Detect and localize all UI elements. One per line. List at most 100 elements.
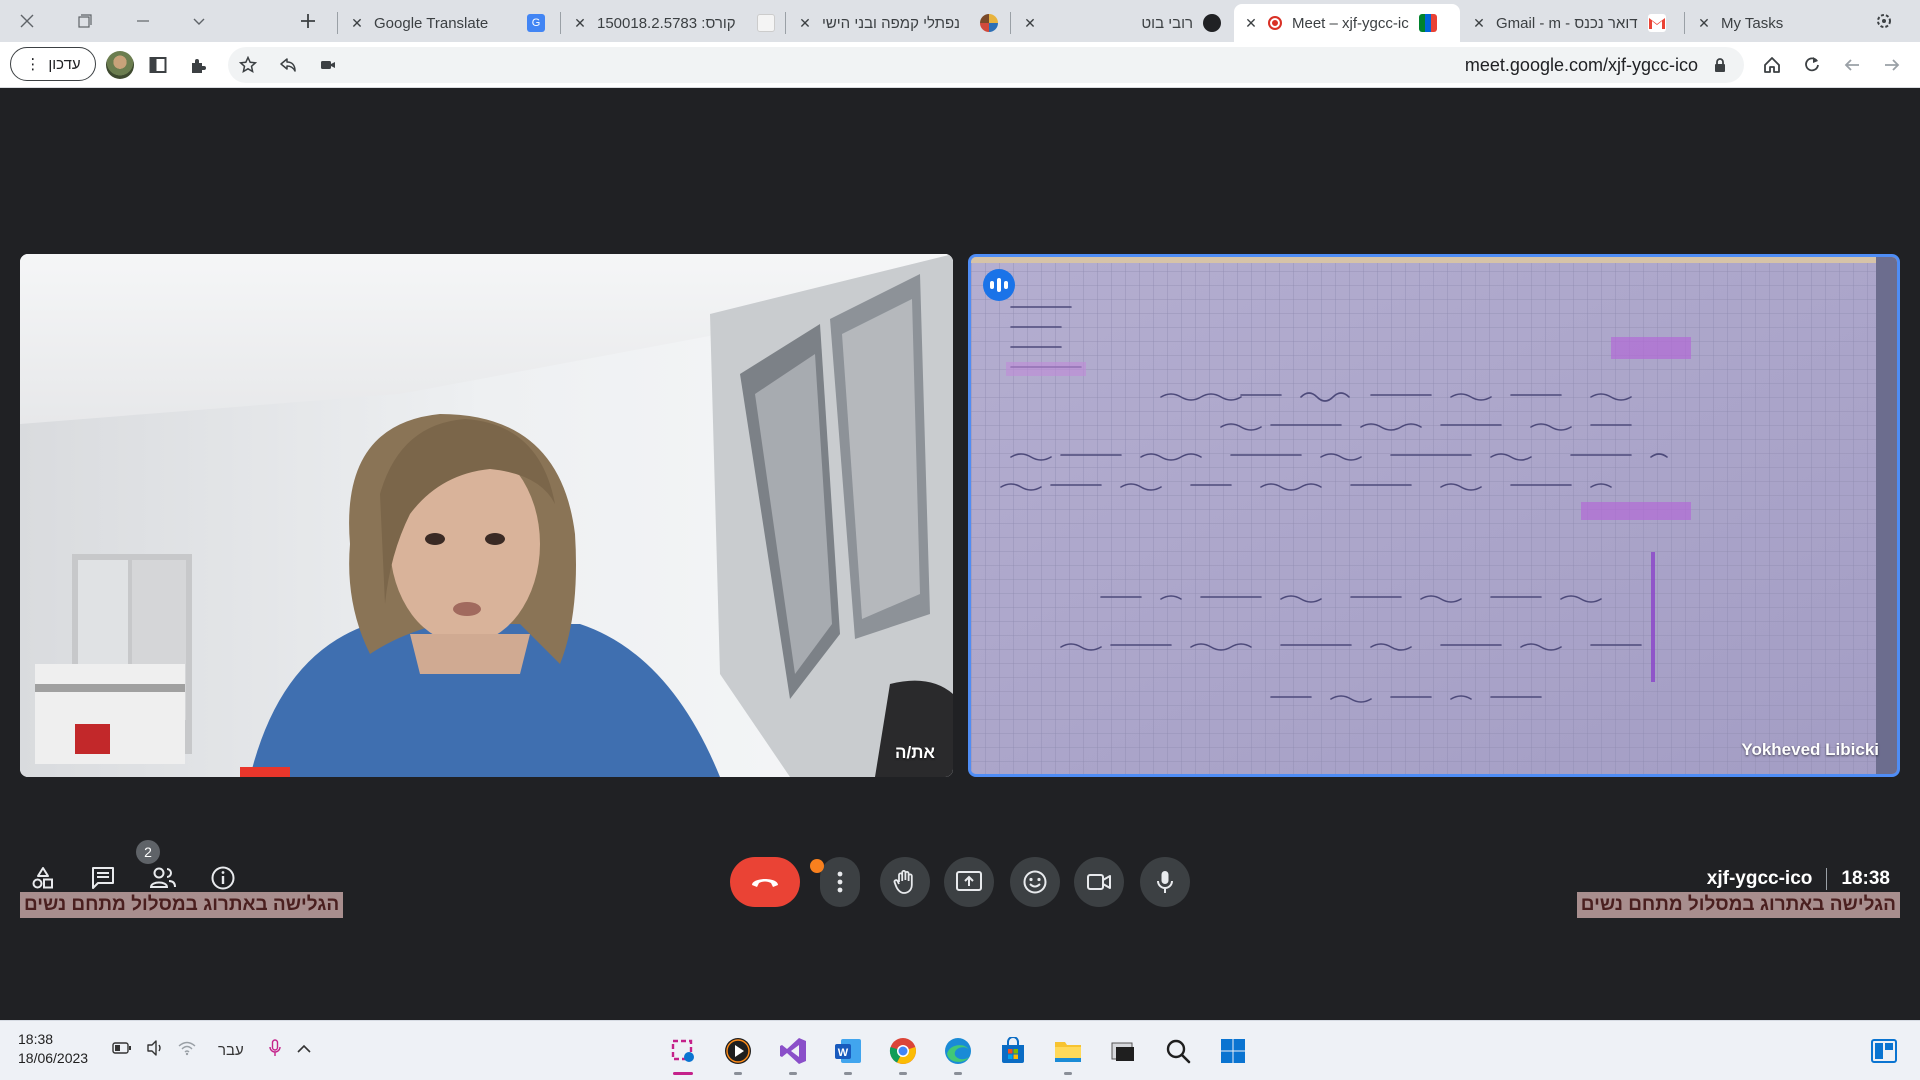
- microphone-in-use-icon[interactable]: [268, 1039, 282, 1061]
- url-text: meet.google.com/xjf-ygcc-ico: [1464, 55, 1698, 75]
- video-camera-icon: [1087, 874, 1111, 890]
- close-tab-icon[interactable]: ✕: [1244, 15, 1258, 32]
- self-name-label: את/ה: [894, 743, 935, 762]
- more-options-button[interactable]: [820, 857, 860, 907]
- clock[interactable]: 18:38 18/06/2023: [18, 1030, 88, 1068]
- media-player-icon[interactable]: [720, 1033, 756, 1069]
- caption-text-right: הגלישה באתרוג במסלול מתחם נשים: [1576, 892, 1900, 918]
- restore-window-icon[interactable]: [62, 0, 108, 42]
- browser-toolbar: ⋮ עדכון meet.google.com/xjf-ygcc-ico: [0, 42, 1920, 88]
- volume-icon[interactable]: [146, 1040, 164, 1060]
- close-window-icon[interactable]: [4, 0, 50, 42]
- reactions-button[interactable]: [1010, 857, 1060, 907]
- tab-title: Google Translate: [374, 14, 489, 32]
- self-video-feed: [20, 254, 953, 777]
- forward-arrow-icon[interactable]: [1838, 51, 1866, 79]
- tab-course[interactable]: ✕ קורס: 150018.2.5783: [563, 4, 785, 42]
- globe-icon: [980, 14, 998, 32]
- people-icon[interactable]: [148, 863, 178, 893]
- update-button[interactable]: ⋮ עדכון: [10, 47, 96, 81]
- present-screen-button[interactable]: [944, 857, 994, 907]
- close-tab-icon[interactable]: ✕: [798, 15, 812, 32]
- back-arrow-icon[interactable]: [1878, 51, 1906, 79]
- tab-my-tasks[interactable]: ✕ My Tasks: [1687, 4, 1887, 42]
- show-hidden-icons-chevron-icon[interactable]: [296, 1042, 312, 1059]
- remote-video-feed: [971, 257, 1897, 774]
- meeting-time: 18:38: [1841, 868, 1890, 889]
- share-icon[interactable]: [274, 51, 302, 79]
- reload-icon[interactable]: [1798, 51, 1826, 79]
- divider: [1826, 868, 1828, 890]
- microphone-icon: [1157, 871, 1173, 893]
- home-icon[interactable]: [1758, 51, 1786, 79]
- meeting-code: xjf-ygcc-ico: [1706, 868, 1813, 889]
- browser-tab-bar: ✕ Google Translate G ✕ קורס: 150018.2.57…: [0, 0, 1920, 42]
- side-panel-icon[interactable]: [144, 51, 172, 79]
- activities-icon[interactable]: [28, 863, 58, 893]
- microphone-toggle-button[interactable]: [1140, 857, 1190, 907]
- lock-icon[interactable]: [1706, 51, 1734, 79]
- close-tab-icon[interactable]: ✕: [350, 15, 364, 32]
- visual-studio-icon[interactable]: [775, 1033, 811, 1069]
- tab-title: רובי בוט: [1141, 14, 1193, 32]
- update-label: עדכון: [48, 55, 81, 73]
- system-tray: עבר: [112, 1039, 312, 1061]
- speaking-indicator-icon: [983, 269, 1015, 301]
- more-vert-icon: ⋮: [25, 56, 41, 73]
- camera-toggle-button[interactable]: [1074, 857, 1124, 907]
- hand-icon: [893, 870, 913, 894]
- bot-icon: [1203, 14, 1221, 32]
- close-tab-icon[interactable]: ✕: [1697, 15, 1711, 32]
- bookmark-star-icon[interactable]: [234, 51, 262, 79]
- snipping-tool-icon[interactable]: [665, 1033, 701, 1069]
- start-menu-icon[interactable]: [1215, 1033, 1251, 1069]
- meeting-details-icon[interactable]: [208, 863, 238, 893]
- svg-text:W: W: [838, 1047, 849, 1059]
- tab-naftali[interactable]: ✕ נפתלי קמפה ובני הישי: [788, 4, 1008, 42]
- meet-side-actions: [28, 863, 238, 893]
- tab-title: קורס: 150018.2.5783: [597, 14, 736, 32]
- close-tab-icon[interactable]: ✕: [1472, 15, 1486, 32]
- tab-gmail[interactable]: ✕ דואר נכנס - Gmail - m: [1462, 4, 1680, 42]
- task-view-icon[interactable]: [1105, 1033, 1141, 1069]
- tab-google-translate[interactable]: ✕ Google Translate G: [340, 4, 555, 42]
- gmail-icon: [1647, 14, 1666, 32]
- minimize-window-icon[interactable]: [120, 0, 166, 42]
- phone-hangup-icon: [752, 879, 778, 887]
- tab-bot[interactable]: ✕ רובי בוט: [1013, 4, 1231, 42]
- word-icon[interactable]: W: [830, 1033, 866, 1069]
- close-tab-icon[interactable]: ✕: [1023, 15, 1037, 32]
- tab-search-chevron-icon[interactable]: [176, 0, 222, 42]
- wifi-icon[interactable]: [178, 1040, 196, 1060]
- raise-hand-button[interactable]: [880, 857, 930, 907]
- moodle-icon: [757, 14, 775, 32]
- extensions-icon[interactable]: [184, 51, 212, 79]
- file-explorer-icon[interactable]: [1050, 1033, 1086, 1069]
- edge-icon[interactable]: [940, 1033, 976, 1069]
- battery-icon[interactable]: [112, 1041, 132, 1059]
- close-tab-icon[interactable]: ✕: [573, 15, 587, 32]
- chat-icon[interactable]: [88, 863, 118, 893]
- self-video-tile[interactable]: את/ה: [20, 254, 953, 777]
- chrome-icon[interactable]: [885, 1033, 921, 1069]
- remote-video-tile[interactable]: Yokheved Libicki: [968, 254, 1900, 777]
- participant-count-badge: 2: [136, 840, 160, 864]
- tab-title: My Tasks: [1721, 14, 1784, 32]
- tab-title: Meet – xjf-ygcc-ic: [1292, 14, 1409, 32]
- profile-avatar[interactable]: [106, 51, 134, 79]
- camera-in-use-icon[interactable]: [314, 51, 342, 79]
- clock-date: 18/06/2023: [18, 1050, 89, 1066]
- tab-meet[interactable]: ✕ Meet – xjf-ygcc-ic: [1234, 4, 1460, 42]
- windows-taskbar: 18:38 18/06/2023 עבר W: [0, 1020, 1920, 1080]
- search-icon[interactable]: [1160, 1033, 1196, 1069]
- clock-time: 18:38: [18, 1031, 54, 1047]
- tasks-app-icon[interactable]: [1870, 7, 1898, 35]
- input-language[interactable]: עבר: [218, 1042, 244, 1059]
- widgets-icon[interactable]: [1866, 1033, 1902, 1069]
- tab-title: דואר נכנס - Gmail - m: [1496, 14, 1638, 32]
- leave-call-button[interactable]: [730, 857, 800, 907]
- microsoft-store-icon[interactable]: [995, 1033, 1031, 1069]
- new-tab-button[interactable]: [292, 6, 324, 36]
- notification-dot: [810, 859, 824, 873]
- address-bar[interactable]: meet.google.com/xjf-ygcc-ico: [228, 47, 1744, 83]
